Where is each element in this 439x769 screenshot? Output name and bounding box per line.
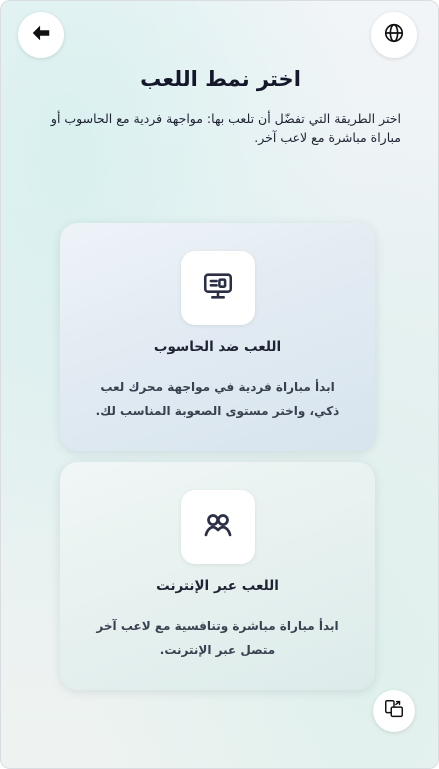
back-button[interactable] — [18, 12, 64, 58]
card-icon-tile — [181, 251, 255, 325]
device-switch-icon — [383, 698, 405, 724]
page-subtitle: اختر الطريقة التي تفضّل أن تلعب بها: موا… — [50, 111, 401, 145]
page-title: اختر نمط اللعب — [140, 67, 301, 91]
game-mode-screen: اختر نمط اللعب اختر الطريقة التي تفضّل أ… — [0, 0, 439, 769]
play-online-card[interactable]: اللعب عبر الإنترنت ابدأ مباراة مباشرة وت… — [60, 462, 375, 690]
monitor-icon — [201, 269, 235, 307]
arrow-left-icon — [30, 22, 52, 48]
card-title: اللعب عبر الإنترنت — [156, 578, 279, 594]
card-title: اللعب ضد الحاسوب — [153, 339, 282, 355]
card-description: ابدأ مباراة فردية في مواجهة محرك لعب ذكي… — [95, 380, 340, 418]
switch-device-button[interactable] — [373, 690, 415, 732]
language-button[interactable] — [371, 12, 417, 58]
play-vs-computer-card[interactable]: اللعب ضد الحاسوب ابدأ مباراة فردية في مو… — [60, 223, 375, 451]
globe-icon — [383, 22, 405, 48]
card-icon-tile — [181, 490, 255, 564]
card-description: ابدأ مباراة مباشرة وتنافسية مع لاعب آخر … — [96, 619, 339, 657]
users-icon — [201, 508, 235, 546]
